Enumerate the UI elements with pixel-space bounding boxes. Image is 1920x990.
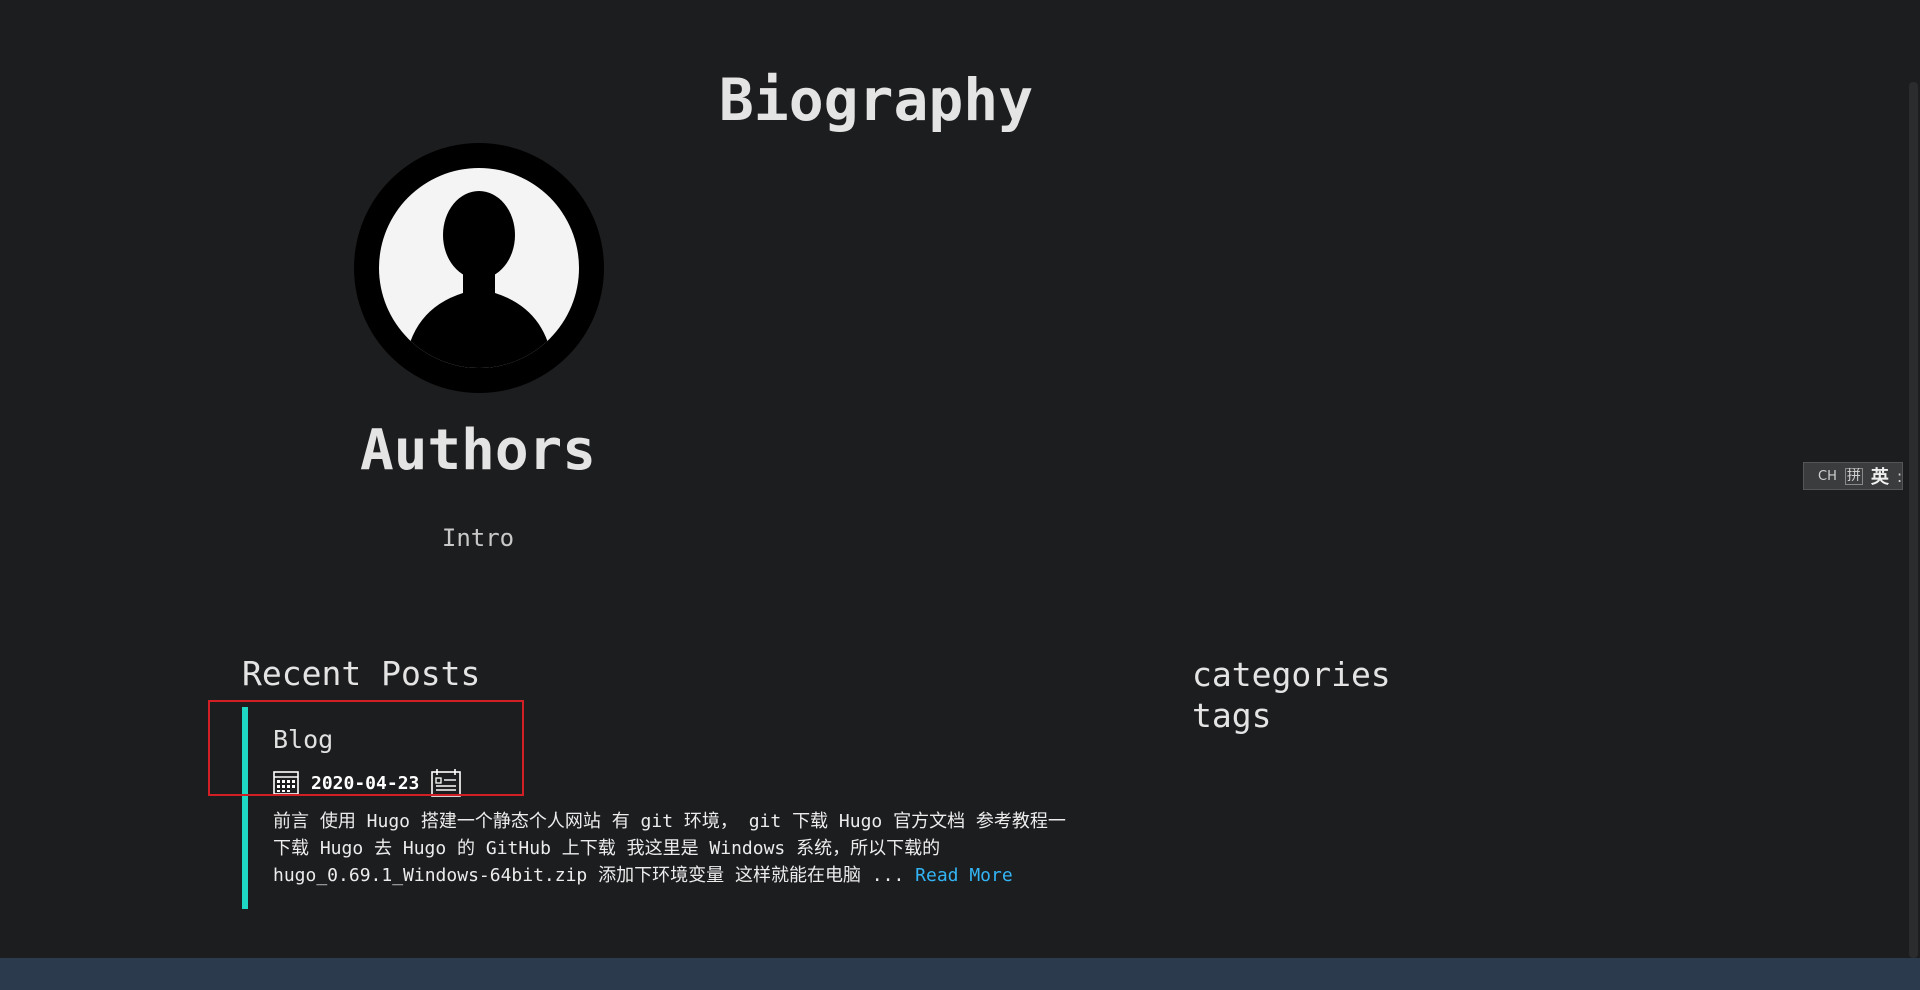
post-summary-line: 下载 Hugo 去 Hugo 的 GitHub 上下载 我这里是 Windows… (273, 838, 941, 859)
avatar-icon (354, 143, 604, 393)
ime-menu-icon[interactable]: : (1897, 467, 1902, 486)
ime-pinyin-icon[interactable]: 拼 (1844, 467, 1863, 485)
categories-link[interactable]: categories (1192, 654, 1391, 695)
post-summary-line: hugo_0.69.1_Windows-64bit.zip 添加下环境变量 这样… (273, 865, 916, 886)
post-summary: 前言 使用 Hugo 搭建一个静态个人网站 有 git 环境， git 下载 H… (273, 808, 1193, 889)
author-name: Authors (359, 418, 596, 483)
post-meta: 2020-04-23 (273, 769, 462, 797)
read-more-link[interactable]: Read More (915, 865, 1013, 886)
list-icon (431, 769, 462, 797)
recent-posts-heading: Recent Posts (242, 654, 481, 693)
footer-bar (0, 958, 1920, 990)
post-card: Blog 2020-04-23 前言 使用 Hugo 搭建一个静态个人网站 有 … (242, 707, 1162, 909)
scrollbar-thumb[interactable] (1909, 82, 1918, 958)
post-date: 2020-04-23 (311, 772, 420, 794)
post-summary-last-line: hugo_0.69.1_Windows-64bit.zip 添加下环境变量 这样… (273, 862, 1193, 889)
post-title-link[interactable]: Blog (273, 725, 333, 754)
ime-language-toggle[interactable]: 英 (1871, 463, 1889, 489)
tags-link[interactable]: tags (1192, 695, 1391, 736)
calendar-icon (273, 771, 299, 795)
ime-ch-indicator[interactable]: CH (1818, 469, 1837, 484)
page-title: Biography (718, 66, 1034, 134)
post-summary-line: 前言 使用 Hugo 搭建一个静态个人网站 有 git 环境， git 下载 H… (273, 811, 1066, 832)
author-intro: Intro (441, 524, 515, 552)
sidebar-taxonomy-links: categories tags (1192, 654, 1391, 736)
page: Biography Authors Intro Recent Posts Blo… (0, 0, 1920, 990)
ime-toolbar[interactable]: CH 拼 英 : (1803, 462, 1903, 490)
